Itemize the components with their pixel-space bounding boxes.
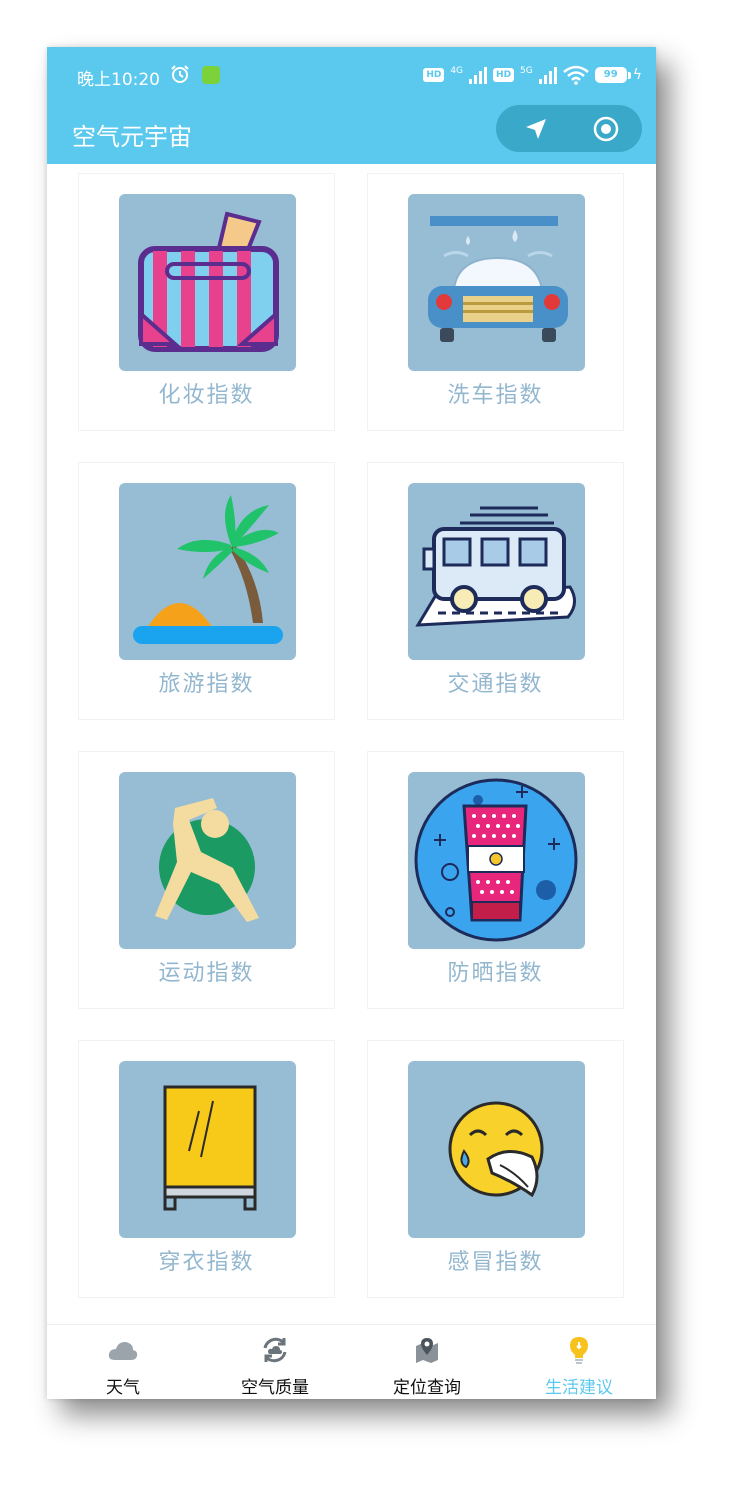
traffic-tile (408, 483, 585, 660)
charging-icon: ϟ (632, 67, 642, 83)
nav-item-location[interactable]: 定位查询 (351, 1325, 503, 1399)
action-pill (496, 105, 642, 152)
map-pin-icon (416, 1338, 438, 1363)
card-label: 交通指数 (447, 672, 544, 697)
sunscreen-tile (408, 772, 585, 949)
locate-button[interactable] (576, 105, 636, 152)
network-label-2: 5G (520, 66, 533, 76)
advice-grid: 化妆指数 洗车指数 旅游指数 交通指数 运动指数 防晒指数 穿衣指数 感冒指数 (47, 164, 656, 1324)
nav-item-life-advice[interactable]: 生活建议 (503, 1325, 655, 1399)
sneeze-face-icon (448, 1101, 544, 1198)
nav-label: 空气质量 (241, 1378, 309, 1398)
sport-tile (119, 772, 296, 949)
battery-level: 99 (603, 69, 618, 80)
navigation-arrow-icon (526, 118, 546, 139)
cold-tile (408, 1061, 585, 1238)
makeup-tile (119, 194, 296, 371)
hd-badge-2: HD (493, 68, 515, 82)
nav-label: 定位查询 (393, 1378, 461, 1398)
card-makeup[interactable]: 化妆指数 (78, 173, 335, 431)
bottom-navigation: 天气 空气质量 定位查询 生活建议 (47, 1324, 656, 1399)
card-traffic[interactable]: 交通指数 (367, 462, 624, 720)
card-label: 穿衣指数 (158, 1250, 255, 1275)
signal-icon-2 (538, 66, 557, 84)
card-label: 运动指数 (158, 961, 255, 986)
sunscreen-icon (414, 778, 578, 942)
cloud-icon (108, 1342, 138, 1360)
network-label-1: 4G (450, 66, 464, 76)
car-wash-tile (408, 194, 585, 371)
dressing-tile (119, 1061, 296, 1238)
car-wash-icon (428, 216, 568, 342)
nav-label: 生活建议 (545, 1378, 613, 1398)
bus-icon (415, 506, 576, 627)
exercise-icon (155, 798, 259, 922)
travel-tile (119, 483, 296, 660)
card-dressing[interactable]: 穿衣指数 (78, 1040, 335, 1298)
app-notification-icon (202, 66, 220, 84)
card-label: 化妆指数 (158, 383, 255, 408)
card-sunscreen[interactable]: 防晒指数 (367, 751, 624, 1009)
card-sport[interactable]: 运动指数 (78, 751, 335, 1009)
card-label: 防晒指数 (447, 961, 544, 986)
palm-beach-icon (133, 495, 283, 644)
card-cold[interactable]: 感冒指数 (367, 1040, 624, 1298)
signal-icon (469, 66, 488, 84)
nav-item-air-quality[interactable]: 空气质量 (199, 1325, 351, 1399)
nav-item-weather[interactable]: 天气 (47, 1325, 199, 1399)
phone-screen: 晚上10:20 HD 4G HD 5G 99 ϟ 空气元宇宙 化妆指数 洗车指数… (47, 47, 656, 1399)
makeup-bag-icon (138, 211, 279, 352)
app-bar: 空气元宇宙 (47, 105, 656, 164)
card-label: 感冒指数 (447, 1250, 544, 1275)
locate-target-icon (593, 116, 619, 141)
alarm-clock-icon (171, 65, 189, 83)
lightbulb-icon (570, 1337, 588, 1364)
hd-badge: HD (423, 68, 445, 82)
air-refresh-icon (263, 1337, 287, 1363)
mirror-icon (163, 1085, 257, 1211)
status-time: 晚上10:20 (77, 70, 160, 90)
card-travel[interactable]: 旅游指数 (78, 462, 335, 720)
nav-label: 天气 (106, 1378, 140, 1398)
card-car-wash[interactable]: 洗车指数 (367, 173, 624, 431)
status-bar: 晚上10:20 HD 4G HD 5G 99 ϟ (47, 47, 656, 107)
card-label: 洗车指数 (447, 383, 544, 408)
battery-icon: 99 ϟ (594, 67, 642, 83)
wifi-icon (562, 65, 589, 85)
navigation-button[interactable] (506, 105, 566, 152)
card-label: 旅游指数 (158, 672, 255, 697)
status-indicators: HD 4G HD 5G 99 ϟ (423, 65, 642, 85)
app-title: 空气元宇宙 (72, 123, 192, 151)
